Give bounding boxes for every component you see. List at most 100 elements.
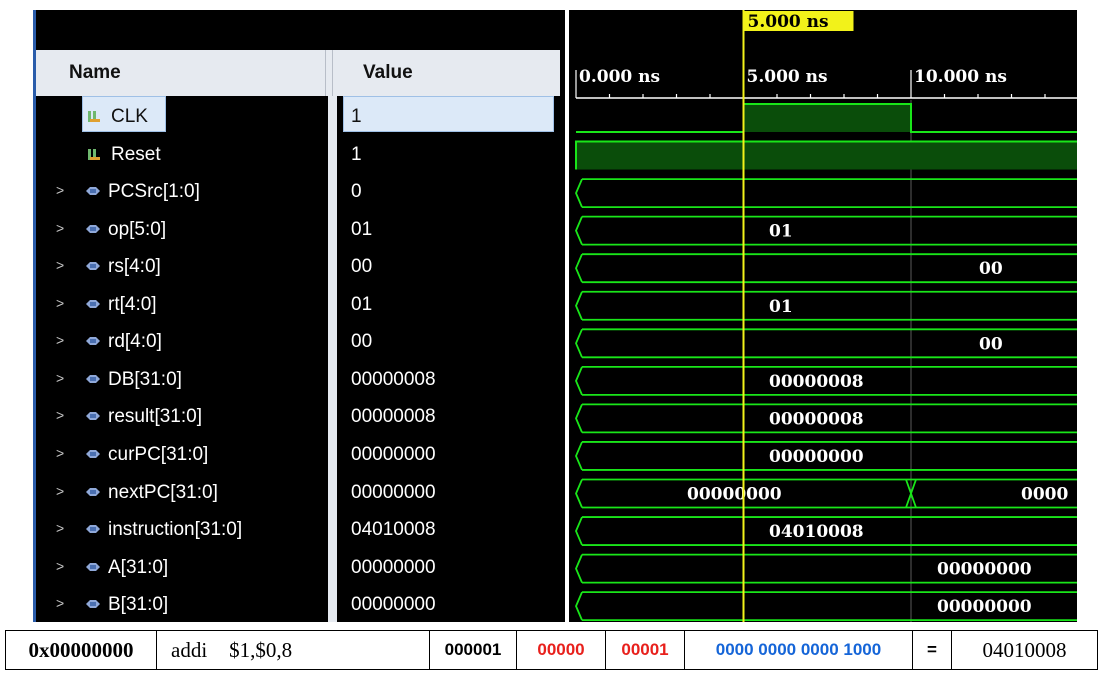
signal-value: 00000000 [351,594,436,616]
signal-value: 0 [351,181,362,203]
signal-name: result[31:0] [108,406,202,428]
waveform-panel[interactable]: 0.000 ns 5.000 ns 10.000 ns 01 00 01 00 0000000… [569,10,1077,622]
signal-row[interactable]: > op[5:0] 01 [36,212,560,249]
bus-value-label: 00000008 [769,372,864,392]
time-cursor-label: 5.000 ns [748,12,829,32]
bus-signal-icon [86,412,100,421]
expand-chevron-icon[interactable]: > [56,520,70,536]
signal-name: curPC[31:0] [108,443,209,465]
reset-high-fill [576,141,1077,170]
bus-signal-icon [86,487,100,496]
bus-value-label: 00000000 [937,560,1032,580]
instruction-hex: 04010008 [951,630,1098,670]
signal-name: rt[4:0] [108,293,157,315]
bus-value-label: 00000000 [937,597,1032,617]
equals-sign: = [912,630,952,670]
signal-row[interactable]: > A[31:0] 00000000 [36,550,560,587]
expand-chevron-icon[interactable]: > [56,182,70,198]
expand-chevron-icon[interactable]: > [56,483,70,499]
signal-name: DB[31:0] [108,368,182,390]
bus-signal-icon [86,562,100,571]
bus-wave [575,478,1077,509]
expand-chevron-icon[interactable]: > [56,257,70,273]
signal-value: 04010008 [351,519,436,541]
signal-name: nextPC[31:0] [108,481,218,503]
expand-chevron-icon[interactable]: > [56,370,70,386]
signal-value: 01 [351,218,373,240]
expand-chevron-icon[interactable]: > [56,332,70,348]
instruction-assembly: addi $1,$0,8 [156,630,430,670]
signal-row[interactable]: > rs[4:0] 00 [36,249,560,286]
bus-signal-icon [86,525,100,534]
signal-value: 00000000 [351,556,436,578]
signal-name: PCSrc[1:0] [108,181,200,203]
expand-chevron-icon[interactable]: > [56,220,70,236]
bus-wave [575,215,1077,246]
field-op: 000001 [429,630,517,670]
instruction-operands: $1,$0,8 [229,637,293,662]
bus-signal-icon [86,449,100,458]
clock-high-fill [743,104,911,132]
signal-name: A[31:0] [108,556,169,578]
bus-signal-icon [86,374,100,383]
bus-value-label: 00 [979,334,1003,354]
expand-chevron-icon[interactable]: > [56,558,70,574]
signal-name: rs[4:0] [108,256,161,278]
expand-chevron-icon[interactable]: > [56,595,70,611]
time-tick-label: 10.000 ns [914,67,1007,87]
value-column-header[interactable]: Value [332,50,560,96]
bus-wave [575,178,1077,208]
signal-name: B[31:0] [108,594,169,616]
field-immediate: 0000 0000 0000 1000 [684,630,913,670]
waveform-canvas[interactable]: 0.000 ns 5.000 ns 10.000 ns010001000000000… [569,10,1077,622]
bus-value-label: 0000 [1021,485,1068,505]
expand-chevron-icon[interactable]: > [56,295,70,311]
bit-signal-icon [88,148,100,160]
bus-value-label: 00000000 [769,447,864,467]
bus-signal-icon [86,187,100,196]
selection-highlight [343,96,554,132]
signal-name: Reset [111,143,161,165]
bus-value-label: 01 [769,297,793,317]
signal-row[interactable]: Reset 1 [36,137,560,174]
signal-value: 1 [351,106,362,127]
signal-row[interactable]: > result[31:0] 00000008 [36,399,560,436]
bus-value-label: 00000000 [687,485,782,505]
expand-chevron-icon[interactable]: > [56,407,70,423]
signal-row[interactable]: > instruction[31:0] 04010008 [36,512,560,549]
bus-signal-icon [86,600,100,609]
field-rs: 00000 [516,630,606,670]
waveform-viewer: Name Value CLK 1 Reset 1 > PCSrc[1:0] 0 > op[5:0… [0,0,1104,676]
signal-row[interactable]: > DB[31:0] 00000008 [36,362,560,399]
signal-row[interactable]: > rt[4:0] 01 [36,287,560,324]
instruction-encoding-table: 0x00000000 addi $1,$0,8 000001 00000 0000… [5,630,1098,670]
signal-value: 00 [351,331,373,353]
instruction-mnemonic: addi [171,637,208,662]
time-tick-label: 0.000 ns [579,67,660,87]
bus-signal-icon [86,337,100,346]
bus-value-label: 00000008 [769,409,864,429]
signal-row[interactable]: > rd[4:0] 00 [36,324,560,361]
bus-value-label: 04010008 [769,522,864,542]
bus-value-label: 01 [769,222,793,242]
time-tick-label: 5.000 ns [747,67,828,87]
signal-value: 00 [351,256,373,278]
signal-name: CLK [111,106,148,127]
signal-value: 01 [351,293,373,315]
bit-signal-icon [88,111,100,122]
signal-value: 1 [351,143,362,165]
signal-row[interactable]: > nextPC[31:0] 00000000 [36,475,560,512]
name-column-header[interactable]: Name [36,50,326,96]
instruction-address: 0x00000000 [5,630,157,670]
signal-row[interactable]: CLK 1 [36,96,560,136]
expand-chevron-icon[interactable]: > [56,445,70,461]
signal-row[interactable]: > B[31:0] 00000000 [36,587,560,624]
bus-signal-icon [86,262,100,271]
signal-row[interactable]: > curPC[31:0] 00000000 [36,437,560,474]
bus-signal-icon [86,299,100,308]
value-column-label: Value [363,62,413,83]
signal-value: 00000000 [351,443,436,465]
name-column-label: Name [69,62,121,83]
signal-list-header: Name Value [36,50,560,96]
signal-row[interactable]: > PCSrc[1:0] 0 [36,174,560,211]
